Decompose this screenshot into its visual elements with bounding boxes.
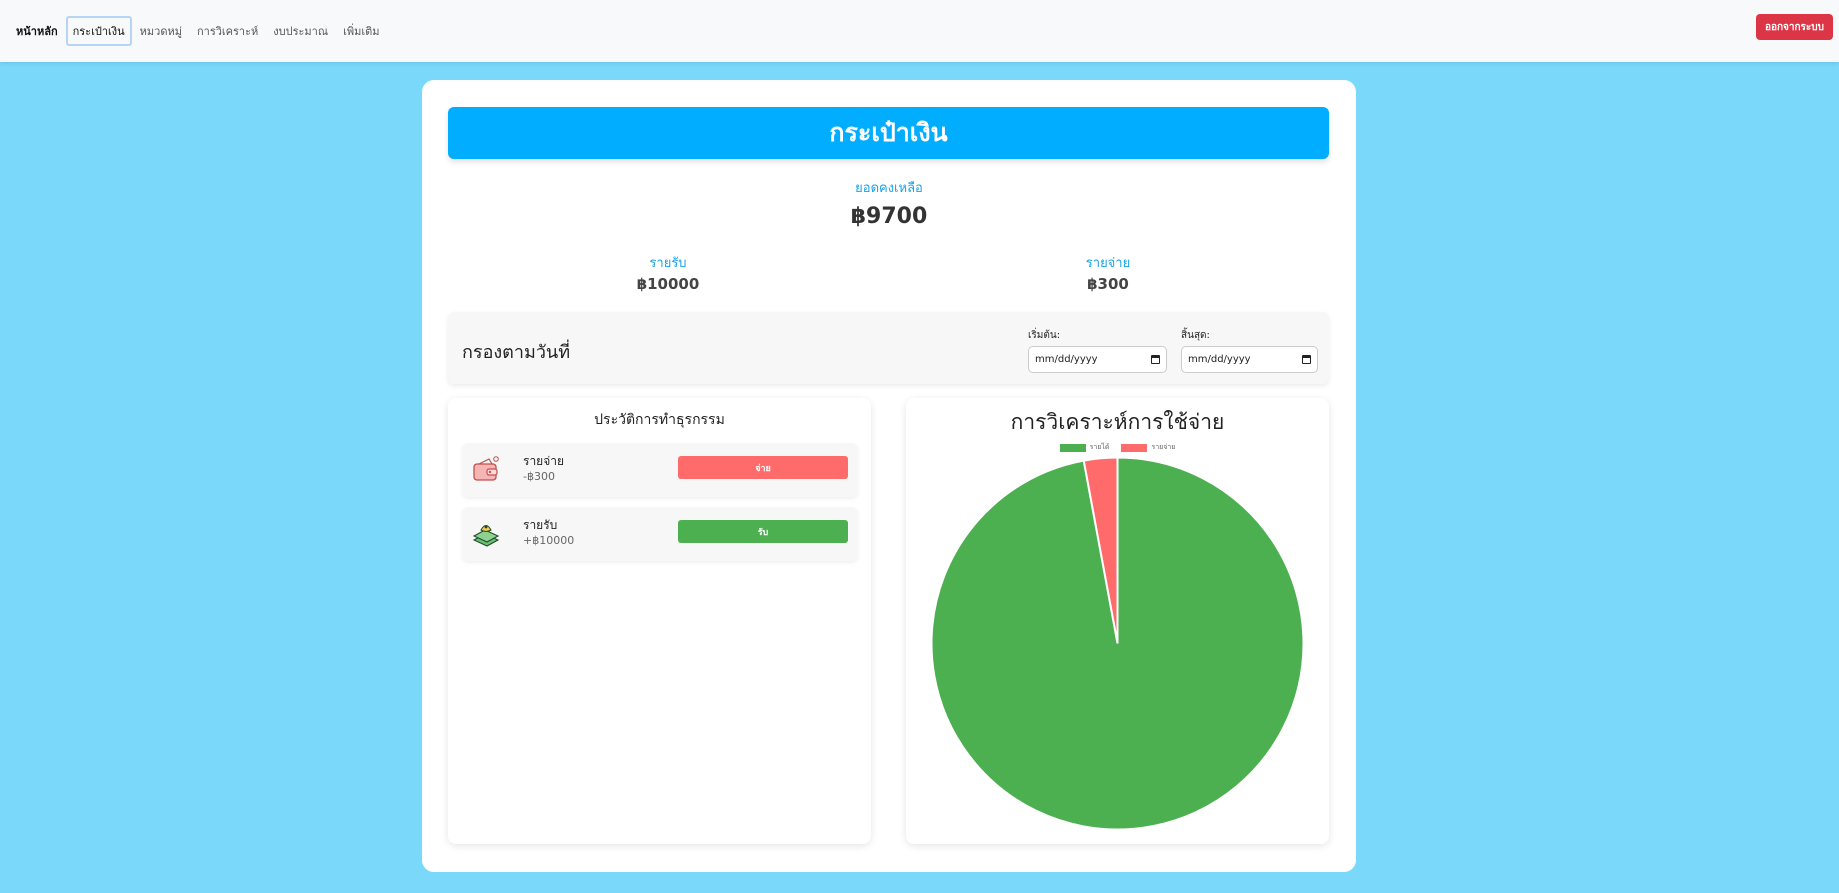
wallet-icon [473, 456, 499, 481]
transaction-amount: +฿10000 [523, 534, 575, 547]
chart-legend: รายได้ รายจ่าย [906, 442, 1329, 453]
legend-label-income: รายได้ [1089, 443, 1110, 451]
pay-button[interactable]: จ่าย [678, 456, 848, 479]
transaction-name: รายจ่าย [523, 454, 565, 468]
nav-categories-link[interactable]: หมวดหมู่ [133, 16, 189, 46]
transaction-history-panel: ประวัติการทำธุรกรรม รายจ่าย -฿300 จ่าย ร… [448, 398, 871, 844]
transaction-amount: -฿300 [523, 470, 555, 483]
nav-budget-link[interactable]: งบประมาณ [266, 16, 335, 46]
income-value: ฿10000 [636, 275, 700, 293]
chart-title: การวิเคราะห์การใช้จ่าย [1010, 410, 1225, 434]
expense-value: ฿300 [1087, 275, 1129, 293]
nav-analysis-link[interactable]: การวิเคราะห์ [190, 16, 265, 46]
nav-more-link[interactable]: เพิ่มเติม [336, 16, 386, 46]
top-navbar: หน้าหลัก กระเป๋าเงิน หมวดหมู่ การวิเคราะ… [0, 0, 1839, 62]
balance-label: ยอดคงเหลือ [855, 181, 923, 196]
wallet-card: กระเป๋าเงิน ยอดคงเหลือ ฿9700 รายรับ ฿100… [422, 80, 1356, 872]
legend-label-expense: รายจ่าย [1151, 443, 1176, 451]
start-date-input[interactable]: mm/dd/yyyy [1028, 346, 1167, 373]
pie-slice-income[interactable] [930, 456, 1305, 831]
end-date-field: สิ้นสุด: mm/dd/yyyy [1181, 328, 1318, 373]
end-date-placeholder: mm/dd/yyyy [1188, 354, 1251, 365]
date-filter-panel: กรองตามวันที่ เริ่มต้น: mm/dd/yyyy สิ้นส… [448, 312, 1329, 384]
legend-swatch-income [1059, 443, 1086, 452]
transaction-history-title: ประวัติการทำธุรกรรม [594, 412, 725, 428]
start-date-field: เริ่มต้น: mm/dd/yyyy [1028, 328, 1167, 373]
calendar-icon[interactable] [1151, 355, 1160, 364]
balance-value: ฿9700 [850, 204, 928, 229]
legend-swatch-expense [1121, 443, 1148, 452]
transaction-name: รายรับ [523, 518, 558, 532]
money-icon [472, 524, 500, 547]
income-summary: รายรับ ฿10000 [568, 252, 768, 293]
spending-chart-panel: การวิเคราะห์การใช้จ่าย รายได้ รายจ่าย [906, 398, 1329, 844]
income-label: รายรับ [649, 256, 687, 271]
end-date-input[interactable]: mm/dd/yyyy [1181, 346, 1318, 373]
main-nav: หน้าหลัก กระเป๋าเงิน หมวดหมู่ การวิเคราะ… [12, 16, 388, 46]
legend-item-income[interactable]: รายได้ [1059, 442, 1110, 453]
expense-label: รายจ่าย [1085, 256, 1131, 271]
calendar-icon[interactable] [1302, 355, 1311, 364]
nav-wallet-link[interactable]: กระเป๋าเงิน [65, 16, 132, 46]
start-date-label: เริ่มต้น: [1028, 330, 1061, 341]
receive-button[interactable]: รับ [678, 520, 848, 543]
logout-button[interactable]: ออกจากระบบ [1755, 14, 1833, 40]
end-date-label: สิ้นสุด: [1181, 330, 1210, 341]
date-filter-title: กรองตามวันที่ [462, 342, 571, 363]
expense-summary: รายจ่าย ฿300 [1008, 252, 1208, 293]
wallet-title-banner: กระเป๋าเงิน [448, 107, 1329, 159]
transaction-item-income: รายรับ +฿10000 รับ [462, 507, 858, 561]
nav-home-link[interactable]: หน้าหลัก [12, 16, 65, 46]
transaction-item-expense: รายจ่าย -฿300 จ่าย [462, 443, 858, 497]
start-date-placeholder: mm/dd/yyyy [1035, 354, 1098, 365]
pie-chart [930, 456, 1305, 831]
legend-item-expense[interactable]: รายจ่าย [1121, 442, 1175, 453]
